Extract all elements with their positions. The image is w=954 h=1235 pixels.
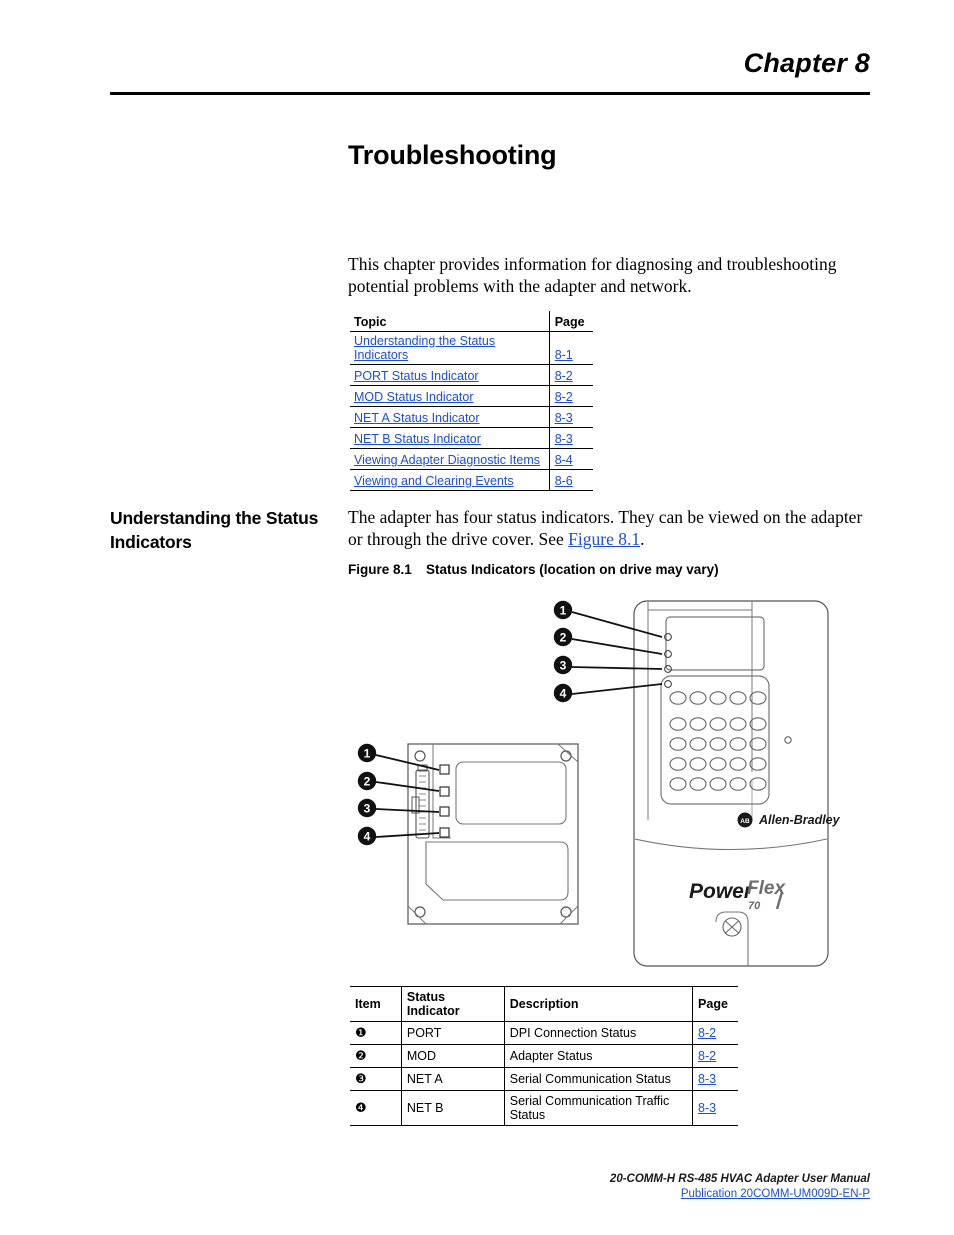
toc-topic-link[interactable]: NET B Status Indicator xyxy=(354,432,481,446)
intro-paragraph: This chapter provides information for di… xyxy=(348,254,837,296)
item-bullet: ❸ xyxy=(355,1072,367,1087)
drive-callout-number-1: 1 xyxy=(560,604,567,618)
toc-page-link[interactable]: 8-1 xyxy=(555,348,573,362)
drive-callout-bullets: 1 2 3 4 xyxy=(553,600,573,703)
section-body-text-end: . xyxy=(640,529,645,549)
toc-page-link[interactable]: 8-3 xyxy=(555,432,573,446)
powerflex-series-number: 70 xyxy=(748,900,761,912)
topic-page-table: Topic Page Understanding the Status Indi… xyxy=(350,311,593,491)
drive-illustration xyxy=(633,600,829,967)
column-header-page: Page xyxy=(548,311,593,332)
page-footer: 20-COMM-H RS-485 HVAC Adapter User Manua… xyxy=(610,1172,870,1202)
legend-page-link[interactable]: 8-3 xyxy=(698,1101,716,1115)
adapter-callout-number-4: 4 xyxy=(364,830,371,844)
status-indicator-name: MOD xyxy=(401,1044,505,1068)
drive-body xyxy=(633,600,829,967)
figure-reference-link[interactable]: Figure 8.1 xyxy=(568,529,640,549)
toc-topic-link[interactable]: PORT Status Indicator xyxy=(354,369,479,383)
table-row: PORT Status Indicator 8-2 xyxy=(350,364,593,386)
status-indicator-name: PORT xyxy=(401,1021,505,1045)
status-indicator-description: Adapter Status xyxy=(504,1044,694,1068)
table-row: ❶ PORT DPI Connection Status 8-2 xyxy=(350,1021,738,1045)
table-row: ❹ NET B Serial Communication Traffic Sta… xyxy=(350,1090,738,1126)
table-row: NET B Status Indicator 8-3 xyxy=(350,427,593,449)
column-header-item: Item xyxy=(350,986,402,1022)
table-row: ❷ MOD Adapter Status 8-2 xyxy=(350,1044,738,1068)
table-row: Viewing and Clearing Events 8-6 xyxy=(350,469,593,491)
status-indicator-name: NET B xyxy=(401,1090,505,1126)
header-divider xyxy=(110,92,870,95)
toc-topic-link[interactable]: Viewing and Clearing Events xyxy=(354,474,514,488)
status-indicator-description: DPI Connection Status xyxy=(504,1021,694,1045)
table-header-row: Topic Page xyxy=(350,311,593,332)
toc-topic-link[interactable]: Viewing Adapter Diagnostic Items xyxy=(354,453,540,467)
table-row: MOD Status Indicator 8-2 xyxy=(350,385,593,407)
status-indicator-legend-table: Item Status Indicator Description Page ❶… xyxy=(350,986,738,1126)
figure-number: Figure 8.1 xyxy=(348,562,412,577)
adapter-callout-number-2: 2 xyxy=(364,775,371,789)
figure-caption: Figure 8.1 Status Indicators (location on… xyxy=(348,562,719,577)
column-header-topic: Topic xyxy=(350,311,550,332)
column-header-status-indicator: Status Indicator xyxy=(401,986,505,1022)
toc-topic-link[interactable]: MOD Status Indicator xyxy=(354,390,474,404)
figure-status-indicators: AB Allen-Bradley Power Flex 70 1 2 3 4 1… xyxy=(348,592,858,977)
drive-callout-number-4: 4 xyxy=(560,687,567,701)
item-bullet: ❶ xyxy=(355,1026,367,1041)
column-header-description: Description xyxy=(504,986,694,1022)
adapter-callout-bullets: 1 2 3 4 xyxy=(357,743,377,846)
toc-topic-link[interactable]: Understanding the Status Indicators xyxy=(354,334,495,362)
section-body: The adapter has four status indicators. … xyxy=(348,506,870,550)
section-heading: Understanding the Status Indicators xyxy=(110,508,319,552)
figure-caption-text: Status Indicators (location on drive may… xyxy=(426,562,719,577)
adapter-callout-number-1: 1 xyxy=(364,747,371,761)
status-indicator-name: NET A xyxy=(401,1067,505,1091)
status-indicator-description: Serial Communication Traffic Status xyxy=(504,1090,694,1126)
drive-callout-number-3: 3 xyxy=(560,659,567,673)
powerflex-wordmark: Power xyxy=(689,880,754,903)
toc-topic-link[interactable]: NET A Status Indicator xyxy=(354,411,480,425)
status-indicator-description: Serial Communication Status xyxy=(504,1067,694,1091)
column-header-page: Page xyxy=(692,986,738,1022)
toc-page-link[interactable]: 8-3 xyxy=(555,411,573,425)
allen-bradley-brand-text: Allen-Bradley xyxy=(758,813,841,827)
allen-bradley-logo-letters: AB xyxy=(740,818,750,825)
figure-illustration: AB Allen-Bradley Power Flex 70 1 2 3 4 1… xyxy=(357,600,841,967)
footer-manual-title: 20-COMM-H RS-485 HVAC Adapter User Manua… xyxy=(609,1173,870,1185)
page-title: Troubleshooting xyxy=(348,140,557,170)
item-bullet: ❷ xyxy=(355,1049,367,1064)
item-bullet: ❹ xyxy=(355,1101,367,1116)
drive-callout-number-2: 2 xyxy=(560,631,567,645)
footer-publication-link[interactable]: Publication 20COMM-UM009D-EN-P xyxy=(681,1188,870,1200)
table-header-row: Item Status Indicator Description Page xyxy=(350,986,738,1022)
table-row: ❸ NET A Serial Communication Status 8-3 xyxy=(350,1067,738,1091)
toc-page-link[interactable]: 8-2 xyxy=(555,390,573,404)
table-row: Understanding the Status Indicators 8-1 xyxy=(350,331,593,365)
chapter-label: Chapter 8 xyxy=(743,48,870,78)
legend-page-link[interactable]: 8-2 xyxy=(698,1049,716,1063)
table-row: NET A Status Indicator 8-3 xyxy=(350,406,593,428)
adapter-callout-number-3: 3 xyxy=(364,802,371,816)
legend-page-link[interactable]: 8-2 xyxy=(698,1026,716,1040)
toc-page-link[interactable]: 8-2 xyxy=(555,369,573,383)
toc-page-link[interactable]: 8-4 xyxy=(555,453,573,467)
legend-page-link[interactable]: 8-3 xyxy=(698,1072,716,1086)
table-row: Viewing Adapter Diagnostic Items 8-4 xyxy=(350,448,593,470)
toc-page-link[interactable]: 8-6 xyxy=(555,474,573,488)
